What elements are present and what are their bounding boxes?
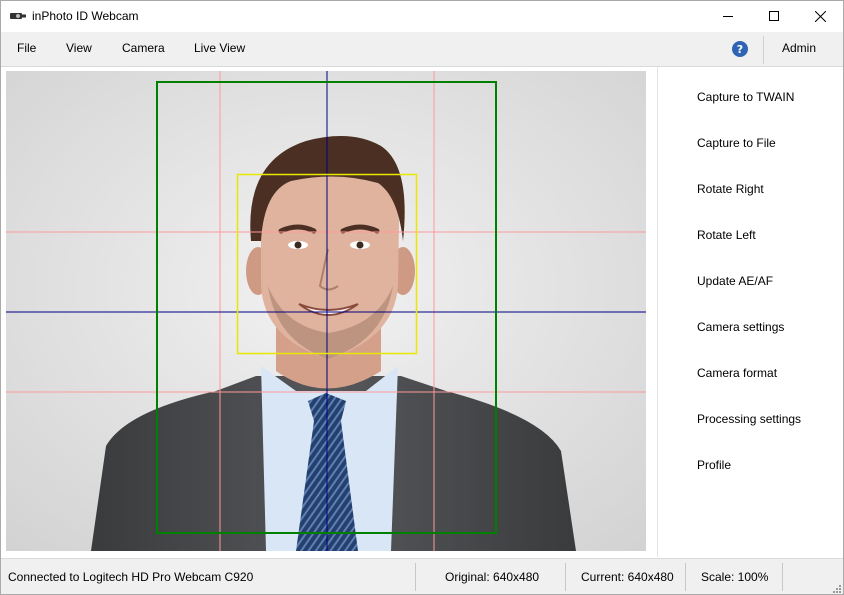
current-size: Current: 640x480 [581, 570, 674, 584]
menu-bar: File View Camera Live View ? Admin [1, 32, 843, 67]
resize-grip-icon[interactable] [831, 583, 841, 593]
camera-settings-button[interactable]: Camera settings [697, 320, 784, 334]
menu-view[interactable]: View [66, 41, 92, 55]
status-divider [565, 563, 566, 591]
status-divider [415, 563, 416, 591]
menu-file[interactable]: File [17, 41, 36, 55]
maximize-button[interactable] [751, 1, 797, 31]
webcam-icon [10, 13, 26, 19]
minimize-icon [723, 16, 733, 17]
status-divider [685, 563, 686, 591]
maximize-icon [769, 11, 779, 21]
status-bar: Connected to Logitech HD Pro Webcam C920… [1, 558, 843, 594]
rotate-right-button[interactable]: Rotate Right [697, 182, 764, 196]
admin-button[interactable]: Admin [782, 41, 816, 55]
menu-divider [763, 36, 764, 64]
menu-live-view[interactable]: Live View [194, 41, 245, 55]
help-icon[interactable]: ? [732, 41, 748, 57]
minimize-button[interactable] [705, 1, 751, 31]
profile-button[interactable]: Profile [697, 458, 731, 472]
status-divider [782, 563, 783, 591]
menu-camera[interactable]: Camera [122, 41, 165, 55]
live-view[interactable] [6, 71, 646, 551]
original-size: Original: 640x480 [445, 570, 540, 584]
update-ae-af-button[interactable]: Update AE/AF [697, 274, 773, 288]
app-window: inPhoto ID Webcam File View Camera Live … [0, 0, 844, 595]
connection-status: Connected to Logitech HD Pro Webcam C920 [8, 570, 254, 584]
rotate-left-button[interactable]: Rotate Left [697, 228, 756, 242]
webcam-preview [6, 71, 646, 551]
title-bar: inPhoto ID Webcam [1, 1, 843, 31]
camera-format-button[interactable]: Camera format [697, 366, 777, 380]
processing-settings-button[interactable]: Processing settings [697, 412, 801, 426]
face [261, 169, 399, 359]
window-title: inPhoto ID Webcam [32, 9, 139, 23]
capture-file-button[interactable]: Capture to File [697, 136, 776, 150]
scale-readout: Scale: 100% [701, 570, 769, 584]
close-icon [814, 10, 826, 22]
capture-twain-button[interactable]: Capture to TWAIN [697, 90, 794, 104]
action-panel: Capture to TWAIN Capture to File Rotate … [657, 67, 843, 557]
close-button[interactable] [797, 1, 843, 31]
